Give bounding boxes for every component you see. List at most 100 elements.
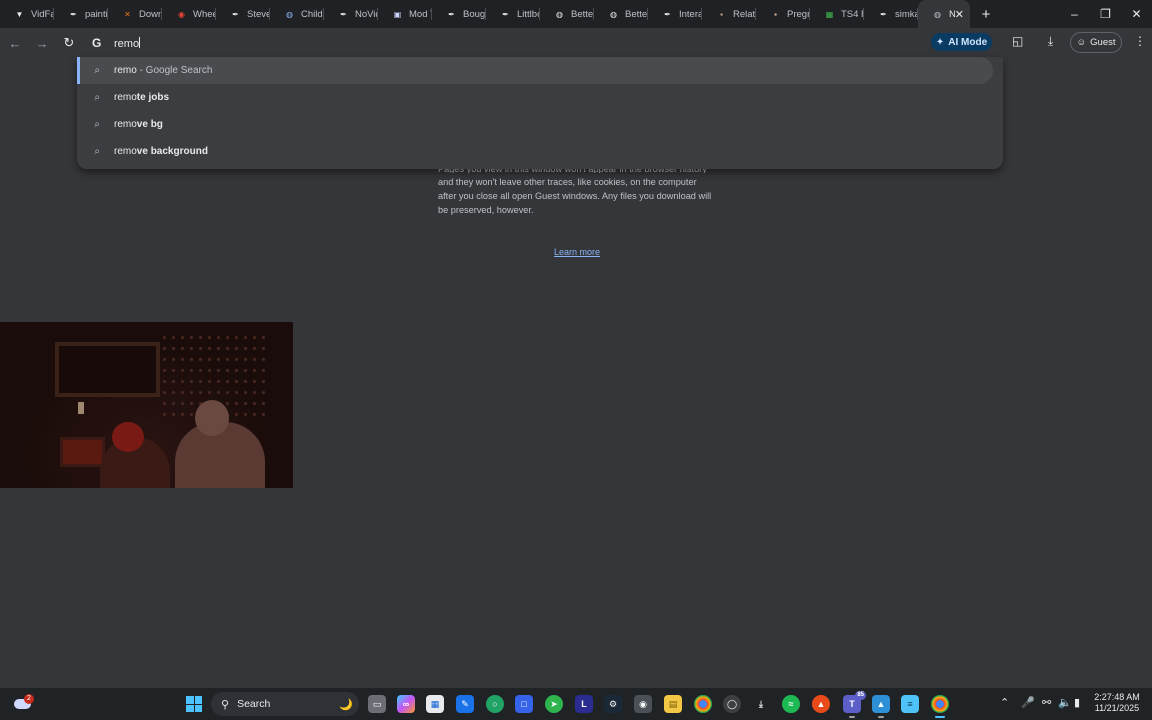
suggestion-item[interactable]: ⌕ remo - Google Search [77, 57, 993, 84]
browser-tab[interactable]: ▣ Mod T [378, 0, 432, 28]
browser-tab[interactable]: ▼ VidFa [0, 0, 54, 28]
tab-title: Downl [139, 8, 162, 20]
suggestion-typed: remo [114, 119, 137, 130]
suggestion-completion: ve bg [136, 119, 163, 130]
browser-tab[interactable]: ✒ NoVid [324, 0, 378, 28]
tab-title: simka [895, 8, 918, 20]
xbox-icon[interactable]: ○ [486, 695, 504, 713]
tab-strip: ▼ VidFa ✒ paintii ✕ Downl ◉ Wheel ✒ Steven ◍ Child … [0, 0, 1152, 28]
maximize-button[interactable]: ❐ [1090, 7, 1121, 21]
clock[interactable]: 2:27:48 AM 11/21/2025 [1094, 692, 1140, 714]
suggestion-item[interactable]: ⌕ remo te jobs [77, 84, 1003, 111]
steam-icon[interactable]: ⚙ [604, 695, 622, 713]
browser-tab[interactable]: ◍ Better [594, 0, 648, 28]
browser-tab[interactable]: ✒ paintii [54, 0, 108, 28]
browser-tab[interactable]: ▪ Relatic [702, 0, 756, 28]
ai-mode-button[interactable]: ✦ AI Mode [931, 33, 992, 51]
wall-painting [55, 342, 160, 397]
tab-title: Littlbo [517, 8, 540, 20]
file-explorer-icon[interactable]: ▤ [664, 695, 682, 713]
search-icon: ⚲ [221, 698, 230, 711]
battery-icon[interactable]: ▮ [1074, 696, 1080, 709]
copilot-icon[interactable]: ∞ [397, 695, 415, 713]
globe-icon: ◍ [556, 9, 563, 19]
pen-icon: ✒ [664, 9, 671, 19]
tab-title: Better [571, 8, 594, 20]
tab-title: Steven [247, 8, 270, 20]
green-app-icon[interactable]: ➤ [545, 695, 563, 713]
tab-search-icon[interactable]: ◱ [1012, 34, 1023, 48]
photos-icon[interactable]: ▲ [872, 695, 890, 718]
learn-more-link[interactable]: Learn more [554, 247, 600, 257]
suggestion-typed: remo [114, 65, 137, 76]
browser-tab[interactable]: ✕ Downl [108, 0, 162, 28]
tab-title: Bougi [463, 8, 486, 20]
browser-tab[interactable]: ◍ Better [540, 0, 594, 28]
ai-mode-label: AI Mode [948, 36, 988, 48]
browser-tab[interactable]: ✒ simka [864, 0, 918, 28]
microsoft-store-icon[interactable]: ▦ [426, 695, 444, 713]
browser-tab[interactable]: ◍ Child I [270, 0, 324, 28]
github-icon[interactable]: ◯ [723, 695, 741, 713]
tab-title: Relatic [733, 8, 756, 20]
back-button[interactable]: ← [3, 36, 27, 51]
notepad-icon[interactable]: ≡ [901, 695, 919, 713]
teams-count-badge: 85 [855, 691, 866, 700]
guest-globe-icon: ◍ [934, 9, 941, 19]
suggestion-typed: remo [114, 146, 137, 157]
search-icon: ⌕ [94, 146, 100, 157]
reload-button[interactable]: ↻ [57, 35, 81, 51]
weather-widget[interactable]: 2 [14, 694, 34, 712]
tab-title: Better [625, 8, 648, 20]
tab-title: Mod T [409, 8, 432, 20]
start-button[interactable] [186, 696, 202, 712]
brave-icon[interactable]: ▲ [812, 695, 830, 713]
tab-title: paintii [85, 8, 108, 20]
tray-chevron-icon[interactable]: ⌃ [1000, 696, 1009, 709]
browser-tab[interactable]: ✒ Steven [216, 0, 270, 28]
browser-tab[interactable]: ◉ Wheel [162, 0, 216, 28]
omnibox-input[interactable]: remo [114, 37, 141, 50]
omnibox-suggestions: ⌕ remo - Google Search ⌕ remo te jobs ⌕ remo ve… [77, 57, 1003, 169]
globe-icon: ◍ [610, 9, 617, 19]
wifi-icon[interactable]: ⚯ [1042, 696, 1051, 709]
arrow-app-icon[interactable]: ⤓ [752, 695, 770, 713]
volume-icon[interactable]: 🔈 [1058, 696, 1072, 709]
phone-link-icon[interactable]: □ [515, 695, 533, 713]
text-caret [139, 37, 141, 48]
minimize-button[interactable]: – [1059, 7, 1090, 21]
taskbar-search[interactable]: ⚲ Search 🌙 [211, 692, 359, 716]
browser-tab[interactable]: ▪ Pregn [756, 0, 810, 28]
guest-notice-body: and they won't leave other traces, like … [438, 177, 712, 215]
search-icon: ⌕ [94, 65, 100, 76]
suggestion-completion: ve background [136, 146, 208, 157]
camera-icon[interactable]: ◉ [634, 695, 652, 713]
chrome-guest-icon[interactable] [931, 695, 949, 718]
teams-icon[interactable]: T 85 [843, 691, 866, 718]
forward-button[interactable]: → [30, 36, 54, 51]
pen-icon: ✒ [70, 9, 77, 19]
chrome-icon[interactable] [694, 695, 712, 713]
menu-kebab-icon[interactable]: ⋮ [1134, 34, 1146, 48]
browser-tab[interactable]: ▦ TS4 Re [810, 0, 864, 28]
profile-guest-button[interactable]: ☺ Guest [1070, 32, 1122, 53]
new-tab-button[interactable]: + [972, 6, 1000, 23]
suggestion-suffix: - Google Search [136, 65, 213, 76]
pen-app-icon[interactable]: ✎ [456, 695, 474, 713]
task-view-icon[interactable]: ▭ [368, 695, 386, 713]
spotify-icon[interactable]: ≈ [782, 695, 800, 713]
close-window-button[interactable]: ✕ [1121, 7, 1152, 21]
microphone-icon[interactable]: 🎤 [1021, 696, 1035, 709]
tab-title: TS4 Re [841, 8, 864, 20]
webcam-overlay [0, 322, 293, 488]
suggestion-item[interactable]: ⌕ remo ve bg [77, 111, 1003, 138]
downloads-icon[interactable]: ⤓ [1048, 34, 1053, 49]
browser-tab[interactable]: ✒ Interac [648, 0, 702, 28]
image-icon: ▣ [393, 9, 402, 19]
browser-tab[interactable]: ✒ Littlbo [486, 0, 540, 28]
l-app-icon[interactable]: L [575, 695, 593, 713]
close-tab-icon[interactable]: ✕ [955, 8, 964, 21]
suggestion-item[interactable]: ⌕ remo ve background [77, 138, 1003, 165]
browser-tab[interactable]: ◍ N ✕ [918, 0, 970, 28]
browser-tab[interactable]: ✒ Bougi [432, 0, 486, 28]
